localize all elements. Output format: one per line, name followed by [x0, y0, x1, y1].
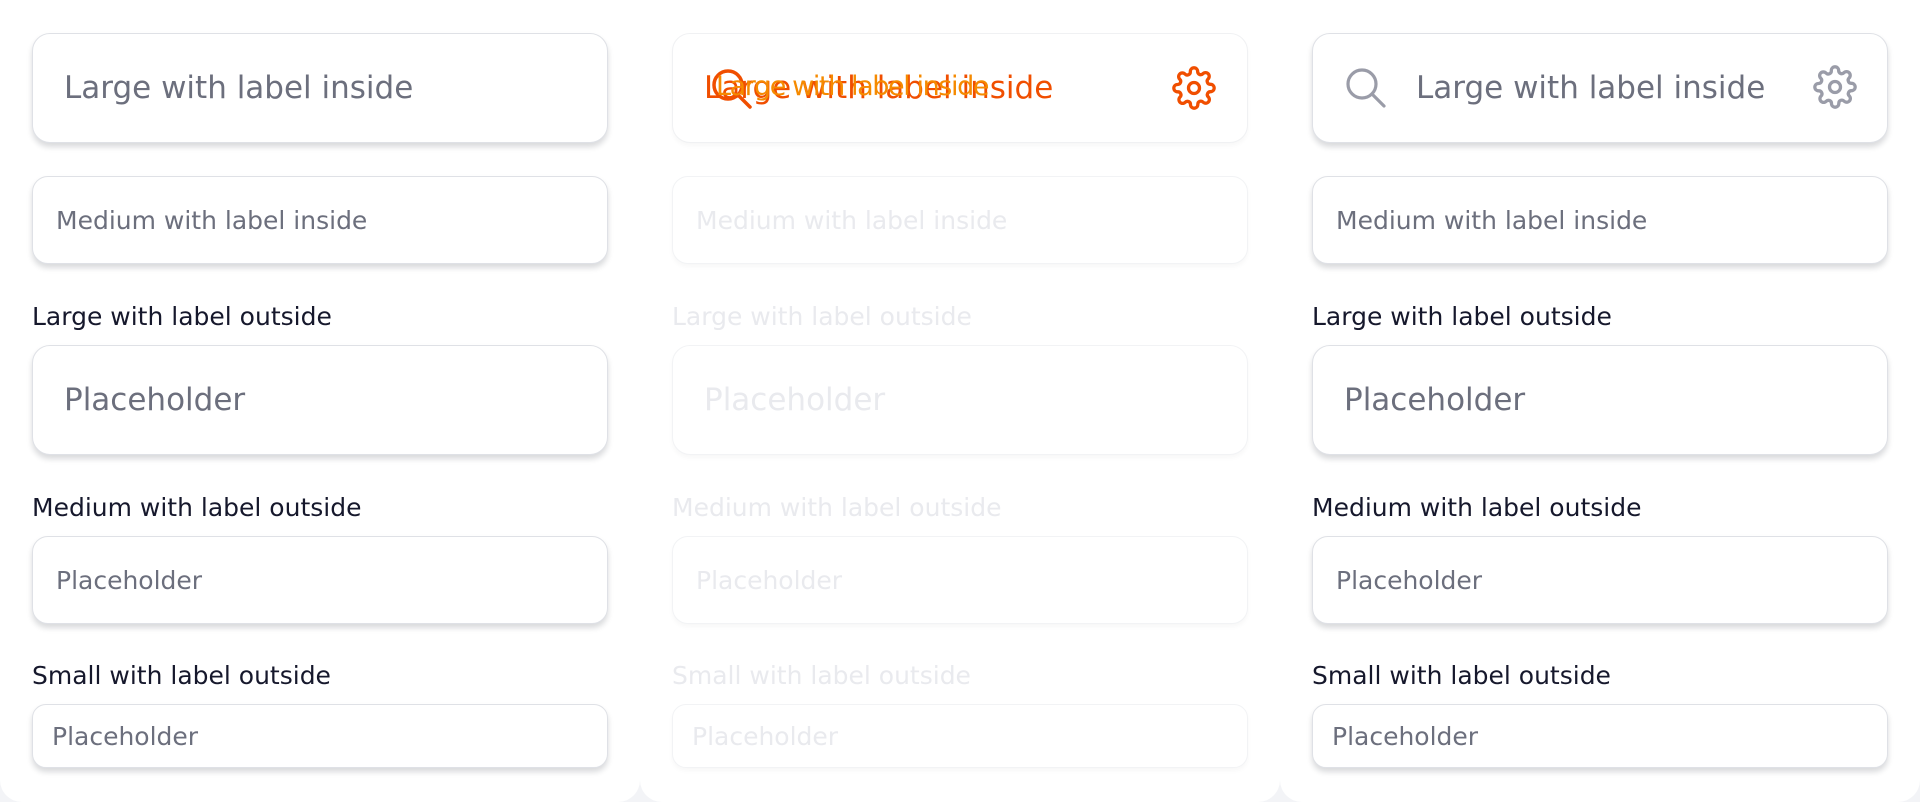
input-label: Medium with label inside [56, 205, 368, 235]
large-label-inside-input[interactable]: Large with label inside [32, 33, 608, 143]
input-placeholder: Placeholder [1332, 721, 1479, 751]
large-outside-label: Large with label outside [672, 302, 972, 331]
input-column-3: Large with label inside Medium with labe… [1280, 0, 1920, 802]
input-column-2: Medium with label inside Large with labe… [640, 0, 1280, 802]
input-placeholder: Placeholder [1344, 382, 1526, 418]
large-label-outside-input[interactable]: Placeholder [672, 345, 1248, 455]
input-placeholder: Placeholder [696, 565, 843, 595]
search-icon [1344, 66, 1388, 110]
input-placeholder: Placeholder [1336, 565, 1483, 595]
medium-outside-label: Medium with label outside [32, 493, 362, 522]
input-placeholder: Placeholder [56, 565, 203, 595]
input-label: Large with label inside [64, 70, 414, 106]
medium-outside-label: Medium with label outside [1312, 493, 1642, 522]
large-outside-label: Large with label outside [32, 302, 332, 331]
large-label-inside-input-with-icons[interactable]: Large with label inside [1312, 33, 1888, 143]
large-label-outside-input[interactable]: Placeholder [1312, 345, 1888, 455]
medium-label-inside-input[interactable]: Medium with label inside [1312, 176, 1888, 264]
input-placeholder: Placeholder [692, 721, 839, 751]
gear-icon[interactable] [1172, 66, 1216, 110]
small-outside-label: Small with label outside [672, 661, 971, 690]
small-label-outside-input[interactable]: Placeholder [32, 704, 608, 768]
small-label-outside-input[interactable]: Placeholder [1312, 704, 1888, 768]
small-label-outside-input[interactable]: Placeholder [672, 704, 1248, 768]
input-column-1: Large with label inside Medium with labe… [0, 0, 640, 802]
medium-label-inside-input[interactable]: Medium with label inside [672, 176, 1248, 264]
overlay-label-overlap: Large with label inside [716, 71, 989, 102]
medium-outside-label: Medium with label outside [672, 493, 1002, 522]
input-placeholder: Placeholder [52, 721, 199, 751]
input-label: Large with label inside [1416, 70, 1766, 106]
large-outside-label: Large with label outside [1312, 302, 1612, 331]
gear-icon[interactable] [1813, 65, 1857, 109]
large-label-outside-input[interactable]: Placeholder [32, 345, 608, 455]
medium-label-outside-input[interactable]: Placeholder [1312, 536, 1888, 624]
input-placeholder: Placeholder [704, 382, 886, 418]
input-placeholder: Placeholder [64, 382, 246, 418]
medium-label-inside-input[interactable]: Medium with label inside [32, 176, 608, 264]
medium-label-outside-input[interactable]: Placeholder [672, 536, 1248, 624]
input-label: Medium with label inside [1336, 205, 1648, 235]
small-outside-label: Small with label outside [32, 661, 331, 690]
input-label: Medium with label inside [696, 205, 1008, 235]
medium-label-outside-input[interactable]: Placeholder [32, 536, 608, 624]
small-outside-label: Small with label outside [1312, 661, 1611, 690]
